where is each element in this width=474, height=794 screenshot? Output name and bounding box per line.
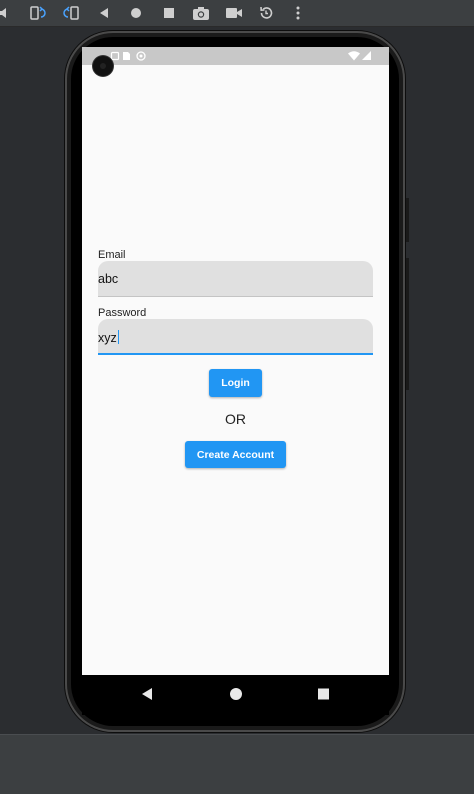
recents-square-icon[interactable]: [317, 687, 330, 706]
password-label: Password: [98, 307, 147, 319]
or-divider-text: OR: [225, 411, 246, 427]
email-field[interactable]: abc: [98, 261, 373, 297]
emulator-bottom-panel: [0, 734, 474, 794]
create-account-button[interactable]: Create Account: [185, 441, 286, 468]
record-icon[interactable]: [224, 3, 244, 23]
rotate-left-icon[interactable]: [28, 3, 48, 23]
rewind-icon[interactable]: [256, 3, 276, 23]
power-button: [406, 198, 409, 242]
email-value: abc: [98, 272, 119, 286]
volume-icon[interactable]: [0, 3, 14, 23]
emulator-toolbar: [0, 0, 474, 27]
password-field[interactable]: xyz: [98, 319, 373, 355]
navigation-bar: [82, 675, 389, 715]
password-value: xyz: [98, 331, 117, 345]
home-icon[interactable]: [126, 3, 146, 23]
front-camera-icon: [93, 56, 113, 76]
sync-icon: [136, 51, 146, 64]
email-label: Email: [98, 249, 126, 261]
overview-icon[interactable]: [159, 3, 179, 23]
back-icon[interactable]: [94, 3, 114, 23]
sim-icon: [122, 51, 131, 64]
wifi-icon: [348, 51, 360, 64]
home-circle-icon[interactable]: [229, 687, 243, 706]
rotate-right-icon[interactable]: [61, 3, 81, 23]
login-button[interactable]: Login: [209, 369, 262, 397]
screenshot-icon[interactable]: [191, 3, 211, 23]
signal-icon: [362, 51, 371, 64]
device-screen: Email abc Password xyz Login OR Create A…: [82, 47, 389, 675]
password-value-wrap: xyz: [98, 330, 119, 345]
status-bar: [82, 47, 389, 65]
back-triangle-icon[interactable]: [141, 687, 153, 706]
volume-rocker: [406, 258, 409, 390]
more-icon[interactable]: [288, 3, 308, 23]
text-cursor: [117, 330, 119, 344]
